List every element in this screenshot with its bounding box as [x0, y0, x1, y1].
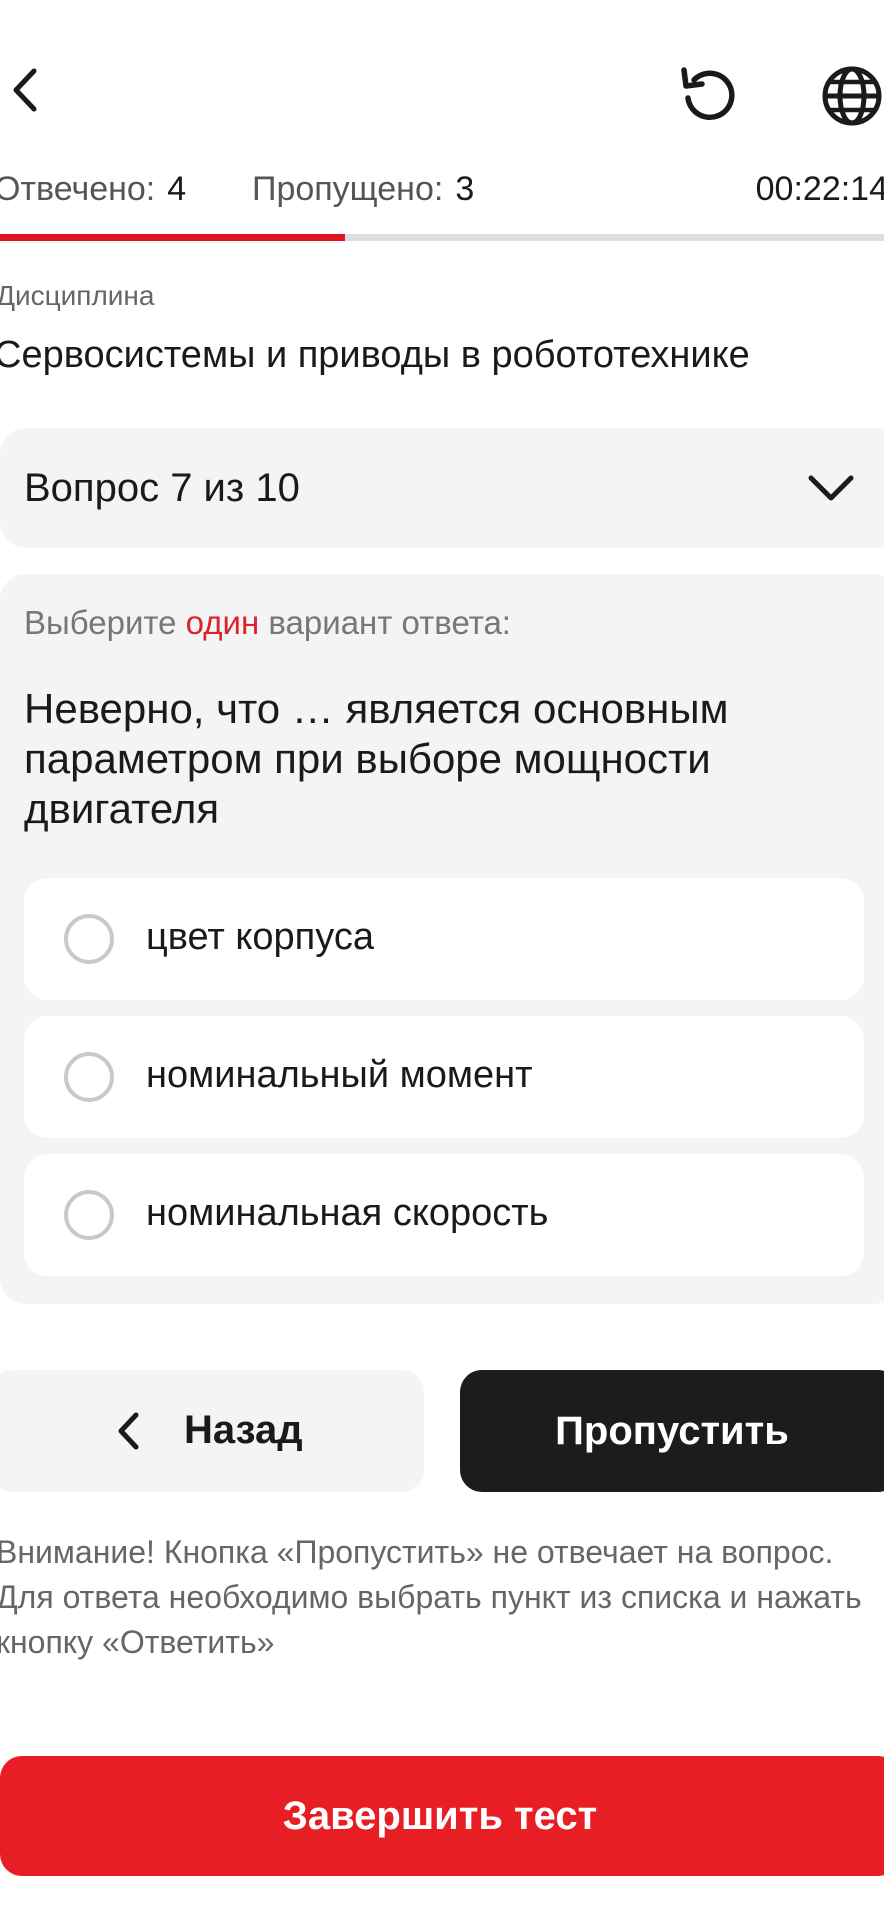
test-screen: Отвечено: 4 Пропущено: 3 00:22:14 Дисципли… — [0, 0, 884, 1920]
radio-button[interactable] — [64, 1052, 114, 1102]
answered-count: Отвечено: 4 — [0, 170, 186, 209]
answered-label: Отвечено: — [0, 170, 156, 208]
finish-test-button[interactable]: Завершить тест — [0, 1756, 884, 1876]
option-label: номинальный момент — [146, 1054, 533, 1096]
question-number: Вопрос 7 из 10 — [24, 466, 300, 510]
globe-icon[interactable] — [816, 60, 884, 132]
instruction-accent: один — [185, 604, 260, 641]
skipped-label: Пропущено: — [252, 170, 444, 208]
radio-button[interactable] — [64, 914, 114, 964]
back-icon[interactable] — [0, 55, 50, 125]
back-button-label: Назад — [184, 1408, 303, 1452]
instruction-prefix: Выберите — [24, 604, 177, 641]
option-label: цвет корпуса — [146, 916, 374, 958]
progress-fill — [0, 234, 345, 241]
answer-option[interactable]: номинальный момент — [24, 1016, 864, 1138]
chevron-down-icon — [806, 470, 856, 506]
radio-button[interactable] — [64, 1190, 114, 1240]
answered-value: 4 — [167, 170, 187, 208]
answer-option[interactable]: цвет корпуса — [24, 878, 864, 1000]
skipped-value: 3 — [455, 170, 475, 208]
skip-notice: Внимание! Кнопка «Пропустить» не отвечае… — [0, 1534, 862, 1660]
question-selector[interactable]: Вопрос 7 из 10 — [0, 428, 884, 548]
timer: 00:22:14 — [755, 170, 884, 208]
back-button[interactable]: Назад — [0, 1370, 424, 1492]
answer-option[interactable]: номинальная скорость — [24, 1154, 864, 1276]
question-text: Неверно, что … является основным парамет… — [24, 685, 729, 832]
skip-button[interactable]: Пропустить — [460, 1370, 884, 1492]
refresh-icon[interactable] — [670, 60, 742, 132]
discipline-title: Сервосистемы и приводы в робототехнике — [0, 334, 750, 376]
answer-instruction: Выберите один вариант ответа: — [24, 604, 511, 642]
chevron-left-icon — [114, 1410, 144, 1452]
top-bar — [0, 0, 884, 150]
skipped-count: Пропущено: 3 — [252, 170, 474, 209]
discipline-label: Дисциплина — [0, 280, 155, 311]
instruction-suffix: вариант ответа: — [268, 604, 511, 641]
question-card: Выберите один вариант ответа: Неверно, ч… — [0, 574, 884, 1304]
option-label: номинальная скорость — [146, 1192, 549, 1234]
stats-row: Отвечено: 4 Пропущено: 3 00:22:14 — [0, 170, 884, 220]
progress-bar — [0, 234, 884, 241]
